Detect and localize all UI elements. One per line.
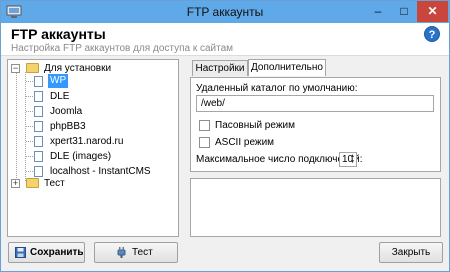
site-icon xyxy=(34,151,43,162)
accounts-tree[interactable]: − Для установки WP DLE Joomla phpBB3 xpe… xyxy=(7,59,179,237)
plug-icon xyxy=(117,247,126,258)
page-subtitle: Настройка FTP аккаунтов для доступа к са… xyxy=(11,43,234,54)
minimize-button[interactable]: – xyxy=(365,1,391,22)
close-window-button[interactable]: ✕ xyxy=(417,1,448,22)
passive-mode-checkbox[interactable] xyxy=(199,120,210,131)
floppy-disk-icon xyxy=(15,247,26,258)
stepper-arrows-icon[interactable]: ▲ ▼ xyxy=(350,153,356,166)
max-connections-label: Максимальное число подключений: xyxy=(196,154,363,165)
tree-item-label: Joomla xyxy=(50,106,83,117)
tree-item[interactable]: DLE xyxy=(26,90,168,103)
test-button-label: Тест xyxy=(132,247,153,258)
remote-dir-label: Удаленный каталог по умолчанию: xyxy=(196,83,358,94)
tree-item[interactable]: xpert31.narod.ru xyxy=(26,135,168,148)
remote-dir-input[interactable]: /web/ xyxy=(196,95,434,112)
help-icon[interactable]: ? xyxy=(424,26,440,42)
info-box xyxy=(190,178,441,237)
tree-line xyxy=(16,69,17,180)
folder-icon xyxy=(26,178,39,188)
close-button[interactable]: Закрыть xyxy=(379,242,443,263)
test-button[interactable]: Тест xyxy=(94,242,178,263)
site-icon xyxy=(34,121,43,132)
tree-item[interactable]: Joomla xyxy=(26,105,168,118)
title-bar: FTP аккаунты – □ ✕ xyxy=(1,1,449,23)
expand-icon[interactable]: + xyxy=(11,179,20,188)
ftp-accounts-window: FTP аккаунты – □ ✕ FTP аккаунты Настройк… xyxy=(0,0,450,272)
tree-group-test[interactable]: + Тест xyxy=(11,177,177,190)
tree-item[interactable]: WP xyxy=(26,74,168,88)
site-icon xyxy=(34,76,43,87)
header: FTP аккаунты Настройка FTP аккаунтов для… xyxy=(1,23,449,56)
page-title: FTP аккаунты xyxy=(11,26,106,42)
tab-advanced[interactable]: Дополнительно xyxy=(248,59,326,76)
site-icon xyxy=(34,136,43,147)
tab-settings[interactable]: Настройки xyxy=(192,60,248,76)
collapse-icon[interactable]: − xyxy=(11,64,20,73)
advanced-panel: Удаленный каталог по умолчанию: /web/ Па… xyxy=(190,77,441,172)
max-connections-stepper[interactable]: 10 ▲ ▼ xyxy=(339,152,357,167)
tree-item-label: phpBB3 xyxy=(50,121,86,132)
tree-item[interactable]: phpBB3 xyxy=(26,120,168,133)
site-icon xyxy=(34,166,43,177)
tree-item[interactable]: DLE (images) xyxy=(26,150,168,163)
save-button-label: Сохранить xyxy=(30,247,84,258)
tree-item-label: xpert31.narod.ru xyxy=(50,136,124,147)
site-icon xyxy=(34,106,43,117)
tree-group-label: Тест xyxy=(44,178,65,189)
folder-icon xyxy=(26,63,39,73)
passive-mode-label: Пасовный режим xyxy=(215,120,295,131)
ascii-mode-label: ASCII режим xyxy=(215,137,275,148)
maximize-button[interactable]: □ xyxy=(391,1,417,22)
tree-item-label-selected: WP xyxy=(48,74,69,88)
save-button[interactable]: Сохранить xyxy=(8,242,85,263)
tree-item-label: DLE (images) xyxy=(50,151,112,162)
ascii-mode-checkbox[interactable] xyxy=(199,137,210,148)
tree-item-label: DLE xyxy=(50,91,70,102)
tree-group-install[interactable]: − Для установки xyxy=(11,62,177,75)
site-icon xyxy=(34,91,43,102)
